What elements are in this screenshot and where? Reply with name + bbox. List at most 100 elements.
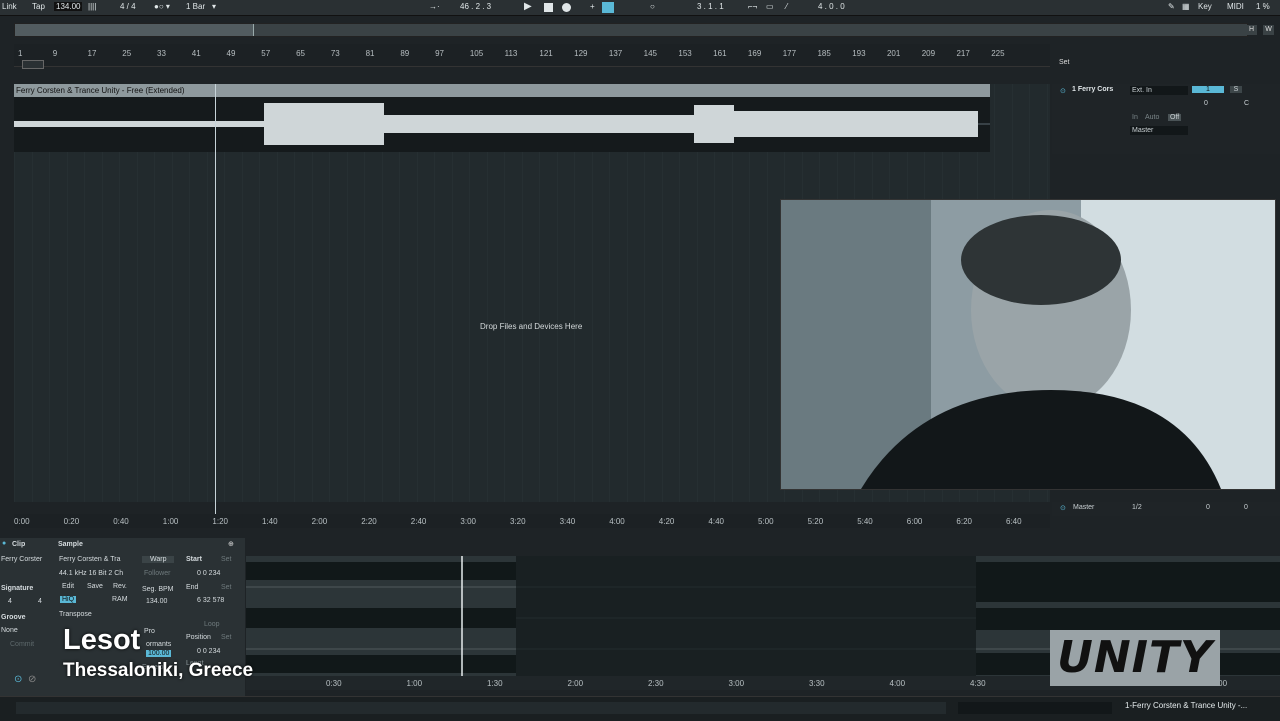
edit-button[interactable]: Edit	[62, 583, 74, 590]
time-ruler[interactable]: 0:00 0:20 0:40 1:00 1:20 1:40 2:00 2:20 2:40 3:00…	[14, 514, 1050, 528]
hiq-button[interactable]: HiQ	[60, 596, 77, 603]
key-map-button[interactable]: Key	[1198, 2, 1212, 11]
record-icon[interactable]	[562, 3, 571, 12]
commit-button[interactable]: Commit	[10, 641, 34, 648]
time-signature[interactable]: 4 / 4	[120, 2, 136, 11]
signature-numerator[interactable]: 4	[8, 598, 12, 605]
monitor-off-button[interactable]: Off	[1168, 114, 1182, 121]
link-button[interactable]: Link	[2, 2, 17, 11]
track-name[interactable]: 1 Ferry Cors	[1072, 86, 1113, 93]
volume-field[interactable]: 0	[1204, 100, 1208, 107]
bar-number: 193	[852, 49, 866, 58]
loop-brace-icon[interactable]	[22, 60, 44, 69]
presenter-video-frame	[781, 200, 1275, 489]
start-set-button[interactable]: Set	[221, 556, 232, 563]
arrangement-overview[interactable]	[14, 23, 1248, 37]
clip-tab[interactable]: Clip	[12, 541, 25, 548]
presenter-name: Lesot	[63, 624, 141, 656]
draw-mode-icon[interactable]	[602, 2, 614, 13]
follow-icon[interactable]: →·	[429, 2, 440, 11]
time-label: 5:00	[758, 517, 774, 526]
time-label: 0:00	[14, 517, 30, 526]
sample-time-label: 3:30	[809, 679, 825, 688]
punch-in-icon[interactable]: ⌐¬	[748, 2, 757, 11]
bar-number: 145	[643, 49, 657, 58]
start-label: Start	[186, 556, 202, 563]
transport-bar: Link Tap 134.00 |||​| 4 / 4 ●○ ▾ 1 Bar ▾…	[0, 0, 1280, 16]
add-icon[interactable]: +	[590, 2, 595, 11]
audio-clip[interactable]: Ferry Corsten & Trance Unity - Free (Ext…	[14, 84, 990, 152]
start-field[interactable]: 0 0 234	[197, 570, 220, 577]
pan-field[interactable]: C	[1244, 100, 1249, 107]
loop-button[interactable]: Loop	[204, 621, 220, 628]
metronome-icon[interactable]: |||​|	[88, 2, 96, 11]
bar-number: 209	[921, 49, 936, 58]
cpu-scroll-strip[interactable]	[958, 702, 1112, 714]
master-volume[interactable]: 0	[1206, 504, 1210, 511]
time-label: 4:40	[708, 517, 724, 526]
end-field[interactable]: 6 32 578	[197, 597, 224, 604]
song-position[interactable]: 46 . 2 . 3	[460, 2, 491, 11]
master-ratio[interactable]: 1/2	[1132, 504, 1142, 511]
quantize-select[interactable]: 1 Bar	[186, 2, 205, 11]
clip-fold-icon[interactable]: ⊘	[28, 674, 36, 685]
sample-tab[interactable]: Sample	[58, 541, 83, 548]
midi-map-button[interactable]: MIDI	[1227, 2, 1244, 11]
status-bar: 1-Ferry Corsten & Trance Unity -...	[0, 696, 1280, 721]
pencil-icon[interactable]: ✎	[1168, 2, 1175, 11]
playhead[interactable]	[215, 84, 216, 516]
seg-bpm-field[interactable]: 134.00	[146, 598, 167, 605]
clip-launch-icon[interactable]: ⊙	[14, 674, 22, 685]
formants-field[interactable]: 100.00	[146, 650, 172, 657]
tap-button[interactable]: Tap	[32, 2, 45, 11]
help-toggle[interactable]: H	[1246, 25, 1257, 35]
stop-icon[interactable]	[544, 3, 553, 12]
overview-view-box[interactable]	[15, 24, 254, 36]
loop-circle-icon[interactable]: ○	[650, 2, 655, 11]
end-set-button[interactable]: Set	[221, 584, 232, 591]
punch-out-icon[interactable]: ⁄	[786, 2, 787, 11]
add-icon[interactable]: ⊕	[228, 540, 234, 548]
follower-button[interactable]: Follower	[144, 570, 170, 577]
reverse-button[interactable]: Rev.	[113, 583, 127, 590]
selected-track-info: 1-Ferry Corsten & Trance Unity -...	[1125, 701, 1248, 710]
position-field[interactable]: 0 0 234	[197, 648, 220, 655]
metronome-toggle-icon[interactable]: ●○ ▾	[154, 2, 170, 11]
save-button[interactable]: Save	[87, 583, 103, 590]
signature-denominator[interactable]: 4	[38, 598, 42, 605]
warp-button[interactable]: Warp	[142, 556, 175, 563]
position-set-button[interactable]: Set	[221, 634, 232, 641]
loop-icon[interactable]: ▭	[766, 2, 774, 11]
groove-select[interactable]: None	[1, 627, 18, 634]
unity-logo: UNITY	[1050, 630, 1220, 686]
monitor-in-button[interactable]: In	[1132, 114, 1138, 121]
tempo-field[interactable]: 134.00	[54, 2, 83, 11]
track-mixer: Set ⊙ 1 Ferry Cors Ext. In 1 S 0 C In Au…	[1052, 59, 1280, 154]
clip-name-field[interactable]: Ferry Corster	[1, 556, 42, 563]
play-icon[interactable]: ▶	[524, 1, 532, 12]
master-label: Master	[1073, 504, 1095, 511]
beat-time-ruler[interactable]: 1 9 17 25 33 41 49 57 65 73 81 89 97 105 113 121 129 137 1…	[14, 44, 1050, 67]
computer-keyboard-icon[interactable]: ▦	[1182, 2, 1190, 11]
warp-mode-select[interactable]: Pro	[144, 628, 155, 635]
window-toggle[interactable]: W	[1263, 25, 1274, 35]
loop-length-field[interactable]: 4 . 0 . 0	[818, 2, 845, 11]
chevron-down-icon[interactable]: ▾	[212, 2, 216, 11]
master-pan[interactable]: 0	[1244, 504, 1248, 511]
track-activator[interactable]: 1	[1192, 86, 1224, 93]
input-type-select[interactable]: Ext. In	[1130, 86, 1188, 95]
solo-button[interactable]: S	[1230, 86, 1242, 93]
bar-number: 121	[539, 49, 553, 58]
ram-button[interactable]: RAM	[112, 596, 128, 603]
output-select[interactable]: Master	[1130, 126, 1188, 135]
loop-start-field[interactable]: 3 . 1 . 1	[697, 2, 724, 11]
monitor-auto-button[interactable]: Auto	[1145, 114, 1159, 121]
master-fold-icon[interactable]: ⊙	[1060, 504, 1066, 512]
set-button[interactable]: Set	[1059, 59, 1070, 66]
bar-number: 201	[886, 49, 901, 58]
track-fold-icon[interactable]: ⊙	[1060, 87, 1066, 95]
clip-power-icon[interactable]: ●	[2, 540, 6, 547]
bar-number: 129	[574, 49, 588, 58]
sample-time-label: 3:00	[728, 679, 745, 688]
time-label: 0:40	[113, 517, 129, 526]
